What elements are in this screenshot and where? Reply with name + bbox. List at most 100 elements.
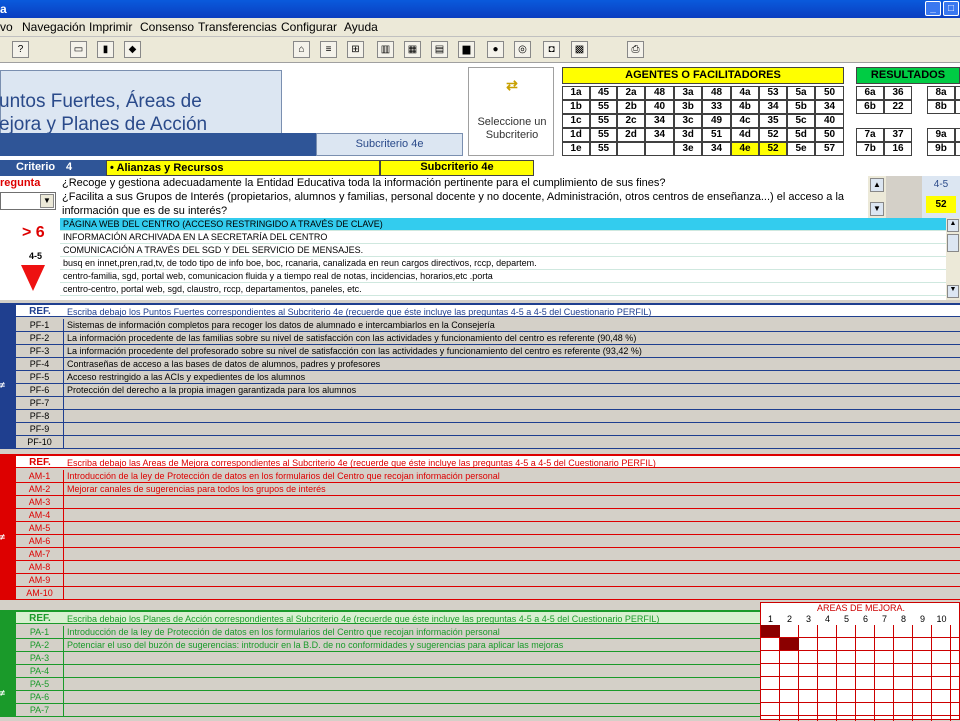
table-row[interactable]: PF-8 (16, 410, 960, 423)
resultado-code[interactable]: 7a (856, 128, 884, 142)
menu-consenso[interactable]: Consenso (140, 20, 194, 34)
evidencia-item[interactable]: PÁGINA WEB DEL CENTRO (ACCESO RESTRINGID… (60, 218, 946, 231)
table-row[interactable]: AM-4 (16, 509, 960, 522)
minimize-icon[interactable]: _ (925, 1, 941, 16)
scroll-down-icon[interactable]: ▼ (870, 202, 884, 216)
agente-code[interactable]: 1d (562, 128, 590, 142)
resultado-code[interactable]: 6a (856, 86, 884, 100)
table-row[interactable]: AM-5 (16, 522, 960, 535)
target-icon[interactable]: ◎ (514, 41, 531, 58)
table-row[interactable]: PA-1 Introducción de la ley de Protección… (16, 626, 760, 639)
table-row[interactable]: PF-1 Sistemas de información completos pa… (16, 319, 960, 332)
agente-code[interactable]: 3d (674, 128, 702, 142)
table-row[interactable]: PA-4 (16, 665, 760, 678)
table-row[interactable]: PA-5 (16, 678, 760, 691)
tree-icon[interactable]: ⊞ (347, 41, 364, 58)
row-text[interactable]: Protección del derecho a la propia image… (67, 384, 356, 396)
agente-code[interactable]: 3e (674, 142, 702, 156)
agente-code[interactable]: 1c (562, 114, 590, 128)
menu-configurar[interactable]: Configurar (281, 20, 337, 34)
grid-icon[interactable]: ▦ (404, 41, 421, 58)
menu-transferencias[interactable]: Transferencias (198, 20, 277, 34)
menu-imprimir[interactable]: Imprimir (89, 20, 132, 34)
table-row[interactable]: AM-9 (16, 574, 960, 587)
table-row[interactable]: PF-6 Protección del derecho a la propia i… (16, 384, 960, 397)
table-row[interactable]: PA-6 (16, 691, 760, 704)
scroll-down-icon[interactable]: ▼ (947, 285, 959, 298)
pregunta-dropdown[interactable]: ▼ (0, 192, 56, 210)
table-row[interactable]: PA-3 (16, 652, 760, 665)
agente-code[interactable]: 5e (787, 142, 815, 156)
resultado-code[interactable] (927, 114, 955, 128)
list-icon[interactable]: ≡ (320, 41, 337, 58)
bar-chart-icon[interactable]: ▆ (458, 41, 475, 58)
evidencia-item[interactable]: INFORMACIÓN ARCHIVADA EN LA SECRETARÍA D… (60, 231, 946, 244)
agente-code[interactable] (617, 142, 645, 156)
agente-code[interactable]: 4e (731, 142, 759, 156)
resultado-code[interactable]: 9b (927, 142, 955, 156)
evidencias-scrollbar[interactable]: ▲ ▼ (946, 218, 960, 300)
menu-ayuda[interactable]: Ayuda (344, 20, 378, 34)
table-row[interactable]: PA-2 Potenciar el uso del buzón de sugere… (16, 639, 760, 652)
table-row[interactable]: AM-7 (16, 548, 960, 561)
table-row[interactable]: AM-2 Mejorar canales de sugerencias para … (16, 483, 960, 496)
resultado-code[interactable]: 8b (927, 100, 955, 114)
book-icon[interactable]: ◆ (124, 41, 141, 58)
camera-icon[interactable]: ◘ (543, 41, 560, 58)
matrix-mark[interactable] (780, 638, 799, 650)
help-icon[interactable]: ? (12, 41, 29, 58)
table-row[interactable]: PF-7 (16, 397, 960, 410)
table-row[interactable]: PA-7 (16, 704, 760, 717)
table-row[interactable]: PF-9 (16, 423, 960, 436)
agente-code[interactable]: 3b (674, 100, 702, 114)
table-icon[interactable]: ▤ (431, 41, 448, 58)
agente-code[interactable]: 2b (617, 100, 645, 114)
scroll-up-icon[interactable]: ▲ (947, 219, 959, 232)
agente-code[interactable]: 3a (674, 86, 702, 100)
agente-code[interactable]: 4d (731, 128, 759, 142)
agente-code[interactable]: 5c (787, 114, 815, 128)
agente-code[interactable]: 1a (562, 86, 590, 100)
resultado-code[interactable]: 7b (856, 142, 884, 156)
agente-code[interactable]: 4c (731, 114, 759, 128)
table-row[interactable]: AM-10 (16, 587, 960, 600)
agente-code[interactable]: 4a (731, 86, 759, 100)
agente-code[interactable]: 2d (617, 128, 645, 142)
agente-code[interactable]: 2c (617, 114, 645, 128)
evidencia-item[interactable]: centro-centro, portal web, sgd, claustro… (60, 283, 946, 296)
print-icon[interactable]: ⎙ (627, 41, 644, 58)
home-icon[interactable]: ⌂ (293, 41, 310, 58)
row-text[interactable]: Introducción de la ley de Protección de … (67, 470, 500, 482)
table-row[interactable]: AM-6 (16, 535, 960, 548)
row-text[interactable]: Potenciar el uso del buzón de sugerencia… (67, 639, 563, 651)
table-row[interactable]: PF-4 Contraseñas de acceso a las bases de… (16, 358, 960, 371)
resultado-code[interactable]: 6b (856, 100, 884, 114)
resultado-code[interactable] (856, 114, 884, 128)
circle-icon[interactable]: ● (487, 41, 504, 58)
agente-code[interactable]: 3c (674, 114, 702, 128)
table-row[interactable]: PF-2 La información procedente de las fam… (16, 332, 960, 345)
agente-code[interactable]: 5a (787, 86, 815, 100)
table-row[interactable]: AM-8 (16, 561, 960, 574)
agente-code[interactable]: 1b (562, 100, 590, 114)
agente-code[interactable]: 5d (787, 128, 815, 142)
table-row[interactable]: PF-10 (16, 436, 960, 449)
resultado-code[interactable]: 9a (927, 128, 955, 142)
chevron-down-icon[interactable]: ▼ (40, 194, 54, 208)
resultado-code[interactable]: 8a (927, 86, 955, 100)
row-text[interactable]: Contraseñas de acceso a las bases de dat… (67, 358, 380, 370)
table-row[interactable]: PF-5 Acceso restringido a las ACIs y expe… (16, 371, 960, 384)
row-text[interactable]: La información procedente del profesorad… (67, 345, 642, 357)
agente-code[interactable]: 2a (617, 86, 645, 100)
evidencia-item[interactable]: busq en innet,pren,rad,tv, de todo tipo … (60, 257, 946, 270)
select-subcriterio-button[interactable]: ⇄ Seleccione un Subcriterio (468, 67, 554, 156)
table-row[interactable]: AM-1 Introducción de la ley de Protección… (16, 470, 960, 483)
maximize-icon[interactable]: □ (943, 1, 959, 16)
palette-icon[interactable]: ▩ (571, 41, 588, 58)
menu-archivo[interactable]: vo (0, 20, 13, 34)
chart-icon[interactable]: ▥ (377, 41, 394, 58)
row-text[interactable]: Mejorar canales de sugerencias para todo… (67, 483, 326, 495)
row-text[interactable]: Introducción de la ley de Protección de … (67, 626, 500, 638)
folder-icon[interactable]: ▭ (70, 41, 87, 58)
table-row[interactable]: PF-3 La información procedente del profes… (16, 345, 960, 358)
